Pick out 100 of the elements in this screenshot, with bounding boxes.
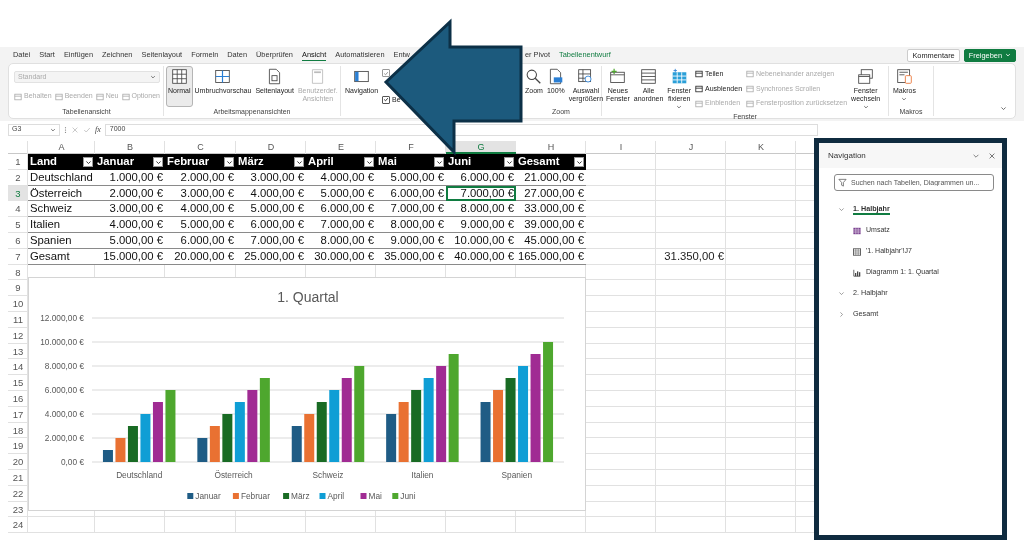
filter-button[interactable]: [504, 157, 514, 167]
window-icon: [746, 99, 755, 108]
checkbox[interactable]: [382, 95, 391, 104]
row-header[interactable]: 3: [8, 185, 28, 202]
window-icon: [95, 92, 104, 101]
row-header[interactable]: 8: [8, 264, 28, 281]
axis-label: 12.000,00 €: [40, 313, 84, 323]
legend-label: Juni: [400, 491, 416, 501]
row-header[interactable]: 12: [8, 327, 28, 344]
pane-title: Navigation: [828, 150, 866, 162]
window-icon: [695, 85, 704, 93]
row-header[interactable]: 22: [8, 485, 28, 502]
table-cell: 6.000,00 €: [306, 201, 376, 218]
filter-button[interactable]: [364, 157, 374, 167]
filter-button[interactable]: [294, 157, 304, 167]
chevron-icon[interactable]: [838, 290, 845, 297]
column-header[interactable]: D: [236, 141, 306, 154]
row-header[interactable]: 15: [8, 375, 28, 391]
grid-icon: [670, 68, 688, 85]
legend-label: März: [291, 491, 310, 501]
column-header[interactable]: F: [376, 141, 446, 154]
category-label: Spanien: [501, 470, 533, 480]
table-icon: [853, 226, 861, 235]
bar: [234, 402, 245, 462]
filter-icon: [838, 178, 847, 187]
filter-button[interactable]: [574, 157, 584, 167]
row-header[interactable]: 20: [8, 454, 28, 470]
category-label: Österreich: [214, 470, 253, 480]
category-label: Schweiz: [312, 470, 344, 480]
caret-icon: [575, 158, 583, 166]
more-icon[interactable]: [64, 125, 67, 134]
table-cell: 5.000,00 €: [236, 201, 306, 218]
close-icon[interactable]: [988, 152, 996, 160]
legend-label: Januar: [195, 491, 221, 501]
bar: [398, 402, 409, 462]
header-text: Mai: [378, 155, 397, 167]
column-header[interactable]: H: [516, 141, 586, 154]
macro-icon: [895, 68, 913, 85]
bar: [304, 414, 315, 462]
table-cell: 39.000,00 €: [516, 217, 586, 233]
column-header[interactable]: A: [28, 141, 95, 154]
row-header[interactable]: 9: [8, 280, 28, 297]
caret-icon: [154, 158, 162, 166]
row-header[interactable]: 14: [8, 359, 28, 376]
filter-button[interactable]: [224, 157, 234, 167]
chart-title: 1. Quartal: [277, 289, 339, 305]
category-label: Deutschland: [116, 470, 163, 480]
category-label: Italien: [411, 470, 434, 480]
filter-button[interactable]: [434, 157, 444, 167]
row-header[interactable]: 17: [8, 406, 28, 423]
column-header[interactable]: K: [726, 141, 796, 154]
window-icon: [746, 85, 755, 93]
axis-label: 2.000,00 €: [44, 433, 84, 443]
collapse-icon[interactable]: [1000, 105, 1007, 112]
table-cell: 7.000,00 €: [376, 201, 446, 218]
row-header[interactable]: 21: [8, 469, 28, 486]
row-header[interactable]: 7: [8, 248, 28, 265]
axis-label: 0,00 €: [60, 457, 84, 467]
window-icon: [640, 68, 657, 85]
bar: [480, 402, 491, 462]
chevron-icon[interactable]: [838, 311, 845, 318]
bar: [411, 390, 422, 462]
row-header[interactable]: 18: [8, 422, 28, 439]
column-header[interactable]: J: [656, 141, 726, 154]
row-header[interactable]: 6: [8, 233, 28, 249]
window-icon: [121, 92, 130, 101]
row-header[interactable]: 4: [8, 201, 28, 218]
column-header[interactable]: E: [306, 141, 376, 154]
chevron-icon[interactable]: [838, 206, 845, 213]
column-header[interactable]: C: [165, 141, 236, 154]
bar: [291, 426, 302, 462]
header-text: April: [308, 155, 334, 167]
caret-icon: [365, 158, 373, 166]
row-header[interactable]: 23: [8, 501, 28, 518]
row-header[interactable]: 2: [8, 169, 28, 186]
bar-chart-icon: [853, 268, 861, 277]
insert-function-button[interactable]: fx: [95, 123, 101, 136]
row-header[interactable]: 11: [8, 311, 28, 328]
chevron-icon[interactable]: [972, 152, 980, 160]
filter-button[interactable]: [153, 157, 163, 167]
grid-icon: [853, 247, 861, 256]
row-header[interactable]: 5: [8, 217, 28, 233]
filter-button[interactable]: [83, 157, 93, 167]
table-cell: 33.000,00 €: [516, 201, 586, 218]
column-header[interactable]: I: [586, 141, 656, 154]
row-header[interactable]: 19: [8, 438, 28, 455]
row-header[interactable]: 1: [8, 154, 28, 170]
caret-icon: [50, 126, 56, 133]
axis-label: 8.000,00 €: [44, 361, 84, 371]
row-header[interactable]: 24: [8, 517, 28, 534]
row-header[interactable]: 13: [8, 343, 28, 360]
bar: [247, 390, 258, 462]
table-cell: 4.000,00 €: [95, 217, 165, 233]
row-header[interactable]: 16: [8, 390, 28, 407]
column-header[interactable]: B: [95, 141, 165, 154]
row-header[interactable]: 10: [8, 296, 28, 312]
table-cell: 6.000,00 €: [236, 217, 306, 233]
table-cell: 5.000,00 €: [165, 217, 236, 233]
table-cell: 8.000,00 €: [446, 201, 516, 218]
caret-icon: [435, 158, 443, 166]
